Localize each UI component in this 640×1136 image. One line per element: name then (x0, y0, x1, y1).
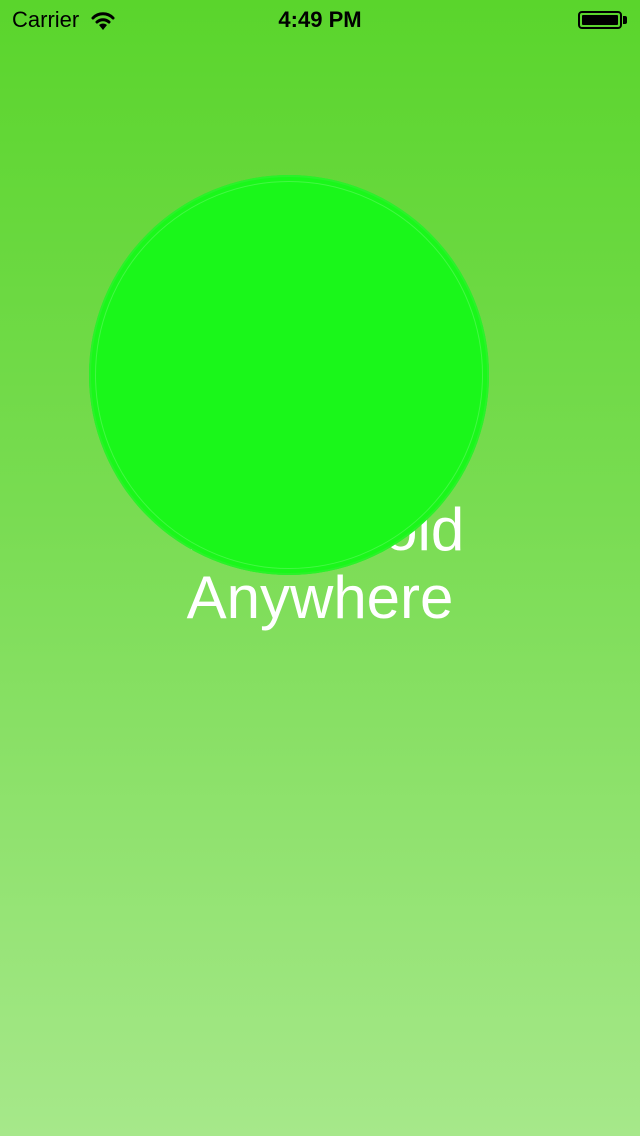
instruction-line-2: Anywhere (186, 564, 454, 631)
status-bar: Carrier 4:49 PM (0, 0, 640, 40)
status-time: 4:49 PM (278, 7, 362, 32)
hold-circle[interactable] (89, 175, 489, 575)
battery-fill (582, 15, 618, 25)
battery-tip (623, 16, 627, 24)
battery-icon (578, 10, 630, 30)
battery-body (578, 11, 622, 29)
